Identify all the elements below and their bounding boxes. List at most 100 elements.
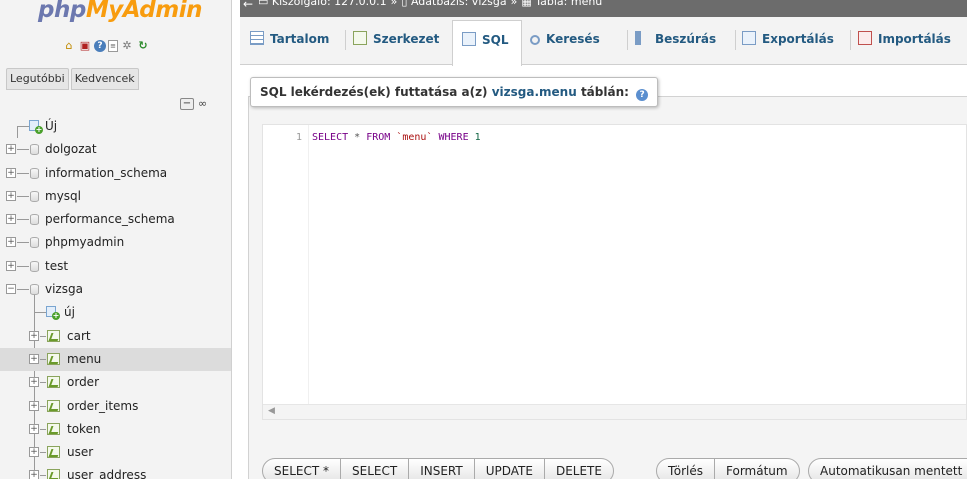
tree-connector [17, 265, 29, 267]
tree-item-label: information_schema [45, 165, 168, 180]
tab-sql[interactable]: SQL [452, 20, 522, 66]
expand-icon[interactable]: + [6, 190, 16, 201]
settings-icon[interactable]: ✲ [120, 39, 134, 53]
table-icon [47, 329, 60, 342]
autosaved-query-button[interactable]: Automatikusan mentett le [809, 459, 967, 479]
select-button[interactable]: SELECT [341, 459, 410, 479]
tree-table-menu[interactable]: + menu [0, 347, 231, 372]
table-icon [47, 422, 60, 435]
select-all-button[interactable]: SELECT * [263, 459, 341, 479]
tree-connector [34, 312, 46, 314]
table-icon [47, 399, 60, 412]
tab-search[interactable]: Keresés [530, 20, 628, 59]
update-button[interactable]: UPDATE [475, 459, 545, 479]
tree-item-label: user [67, 445, 94, 460]
format-button[interactable]: Formátum [715, 459, 799, 479]
exit-icon[interactable]: ▣ [78, 39, 92, 53]
tree-connector [40, 428, 46, 430]
delete-button[interactable]: DELETE [545, 459, 613, 479]
collapse-all-icon[interactable]: − [180, 98, 194, 110]
tree-db-dolgozat[interactable]: + dolgozat [0, 138, 231, 161]
tab-favorites[interactable]: Kedvencek [70, 68, 139, 90]
info-icon[interactable]: ? [94, 40, 106, 52]
table-icon [47, 469, 60, 479]
tab-insert[interactable]: Beszúrás [635, 20, 736, 59]
tree-db-test[interactable]: + test [0, 255, 231, 278]
tree-item-new-table[interactable]: + új [0, 301, 231, 324]
tab-label: Szerkezet [373, 32, 440, 46]
tree-table-cart[interactable]: + cart [0, 325, 231, 348]
expand-icon[interactable]: + [29, 377, 39, 388]
sql-icon [462, 32, 476, 46]
reload-icon[interactable]: ↻ [136, 39, 150, 53]
legend-table-link[interactable]: vizsga.menu [492, 85, 577, 99]
expand-icon[interactable]: + [29, 447, 39, 458]
insert-button[interactable]: INSERT [409, 459, 475, 479]
expand-icon[interactable]: + [6, 237, 16, 248]
tree-connector [17, 289, 29, 291]
breadcrumb-bar: ← ▭ Kiszolgáló: 127.0.0.1» ▯ Adatbázis: v… [240, 0, 967, 17]
tree-db-information-schema[interactable]: + information_schema [0, 162, 231, 185]
export-icon [742, 31, 756, 45]
logo-myadmin: MyAdmin [85, 0, 203, 23]
breadcrumb-table[interactable]: Tábla: menu [535, 0, 602, 8]
tab-structure[interactable]: Szerkezet [353, 20, 457, 59]
expand-icon[interactable]: + [6, 260, 16, 271]
sql-query-text[interactable]: SELECT * FROM `menu` WHERE 1 [312, 132, 481, 143]
nav-tabs: Legutóbbi Kedvencek [6, 68, 139, 90]
phpmyadmin-logo[interactable]: phpMyAdmin [38, 0, 202, 24]
tab-label: Exportálás [762, 32, 834, 46]
tab-import[interactable]: Importálás [858, 20, 963, 59]
horizontal-scrollbar[interactable]: ◀ [263, 404, 966, 419]
tree-connector [17, 219, 29, 221]
database-icon [30, 190, 39, 202]
clear-button[interactable]: Törlés [657, 459, 716, 479]
expand-icon[interactable]: + [6, 144, 16, 155]
tree-table-order[interactable]: + order [0, 371, 231, 394]
link-with-main-icon[interactable]: ∞ [198, 98, 207, 110]
tree-db-phpmyadmin[interactable]: + phpmyadmin [0, 231, 231, 254]
help-icon[interactable]: ? [636, 89, 649, 101]
expand-icon[interactable]: + [29, 400, 39, 411]
tree-table-order-items[interactable]: + order_items [0, 395, 231, 418]
tab-browse[interactable]: Tartalom [250, 20, 346, 59]
arrow-left-icon[interactable]: ← [243, 0, 253, 11]
scroll-left-icon[interactable]: ◀ [268, 406, 275, 416]
tree-connector [17, 149, 29, 151]
tree-item-label: mysql [45, 188, 81, 203]
expand-icon[interactable]: + [29, 353, 39, 364]
tree-item-new[interactable]: + Új [0, 115, 231, 138]
search-icon [530, 35, 540, 45]
expand-icon[interactable]: + [29, 423, 39, 434]
breadcrumb-database[interactable]: Adatbázis: vizsga [411, 0, 507, 8]
sql-keyword: SELECT [312, 132, 349, 143]
collapse-icon[interactable]: − [6, 284, 16, 295]
tree-table-user[interactable]: + user [0, 441, 231, 464]
expand-icon[interactable]: + [29, 470, 39, 479]
docs-icon[interactable]: ≡ [108, 40, 118, 52]
table-icon [47, 352, 60, 365]
breadcrumb-server[interactable]: Kiszolgáló: 127.0.0.1 [272, 0, 387, 8]
tree-table-token[interactable]: + token [0, 418, 231, 441]
home-icon[interactable]: ⌂ [62, 39, 76, 53]
table-icon [47, 376, 60, 389]
tab-recent[interactable]: Legutóbbi [6, 68, 69, 90]
tree-db-performance-schema[interactable]: + performance_schema [0, 208, 231, 231]
expand-icon[interactable]: + [6, 167, 16, 178]
expand-icon[interactable]: + [6, 214, 16, 225]
tree-db-mysql[interactable]: + mysql [0, 185, 231, 208]
tree-connector [40, 405, 46, 407]
breadcrumb-separator: » [390, 0, 398, 8]
expand-icon[interactable]: + [29, 330, 39, 341]
tree-table-user-address[interactable]: + user_address [0, 464, 231, 479]
browse-icon [250, 31, 264, 45]
tree-item-label: user_address [67, 468, 147, 479]
main-content: SQL lekérdezés(ek) futtatása a(z) vizsga… [240, 66, 967, 479]
tree-item-label: order [67, 375, 99, 390]
sql-editor[interactable]: 1 SELECT * FROM `menu` WHERE 1 ◀ [262, 124, 967, 420]
tree-connector [40, 335, 46, 337]
tab-export[interactable]: Exportálás [742, 20, 851, 59]
tree-db-vizsga[interactable]: − vizsga [0, 278, 231, 474]
tree-item-label: performance_schema [45, 212, 175, 227]
database-icon [30, 167, 39, 179]
